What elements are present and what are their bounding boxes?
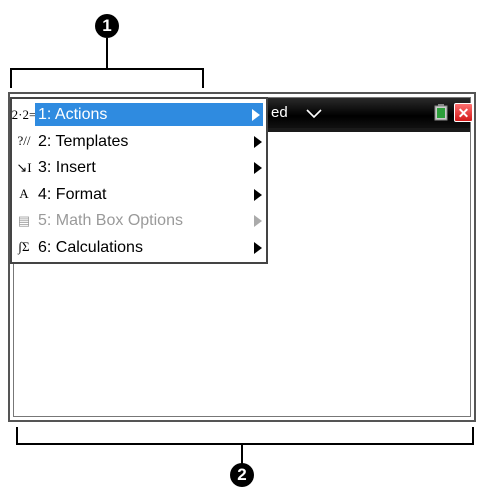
menu-item-label: 4: Format (38, 185, 107, 203)
battery-icon (434, 104, 448, 121)
menu-item[interactable]: 2·2= 1: Actions (12, 103, 266, 126)
actions-icon: 2·2= (11, 106, 37, 122)
menu-item[interactable]: ↘I 3: Insert (12, 156, 266, 179)
templates-icon: ?// (17, 133, 31, 148)
menu-item: ▤ 5: Math Box Options (12, 209, 266, 232)
insert-icon: ↘I (16, 159, 32, 175)
menu-item[interactable]: ?// 2: Templates (12, 130, 266, 153)
menu-item-label: 5: Math Box Options (38, 212, 183, 229)
menu-item-label: 2: Templates (38, 132, 129, 150)
callout-marker-1: 1 (95, 14, 119, 38)
submenu-arrow-icon (254, 215, 262, 227)
submenu-arrow-icon (254, 135, 262, 148)
close-icon: ✕ (457, 104, 470, 121)
callout-number: 2 (237, 465, 247, 484)
menu-item[interactable]: ∫Σ 6: Calculations (12, 236, 266, 259)
calculations-icon: ∫Σ (18, 239, 30, 254)
context-menu: 2·2= 1: Actions ?// 2: Templates ↘I 3: Insert… (10, 97, 268, 264)
callout-2-bracket (16, 427, 474, 445)
callout-2-stem (241, 443, 243, 465)
callout-number: 1 (102, 16, 112, 35)
menu-item[interactable]: A 4: Format (12, 183, 266, 206)
submenu-arrow-icon (254, 162, 262, 174)
submenu-arrow-icon (254, 188, 262, 201)
callout-marker-2: 2 (230, 463, 254, 487)
menu-item-label: 6: Calculations (38, 238, 143, 256)
chevron-down-icon[interactable] (306, 109, 322, 118)
menu-item-label: 1: Actions (35, 103, 263, 126)
math-box-options-icon: ▤ (17, 212, 31, 228)
submenu-arrow-icon (254, 241, 262, 254)
submenu-arrow-icon (252, 109, 260, 121)
document-title[interactable]: ed (271, 104, 288, 121)
menu-item-label: 3: Insert (38, 159, 96, 176)
format-icon: A (19, 186, 29, 201)
close-button[interactable]: ✕ (454, 103, 473, 122)
callout-1-bracket (10, 68, 204, 88)
callout-1-stem (106, 38, 108, 68)
